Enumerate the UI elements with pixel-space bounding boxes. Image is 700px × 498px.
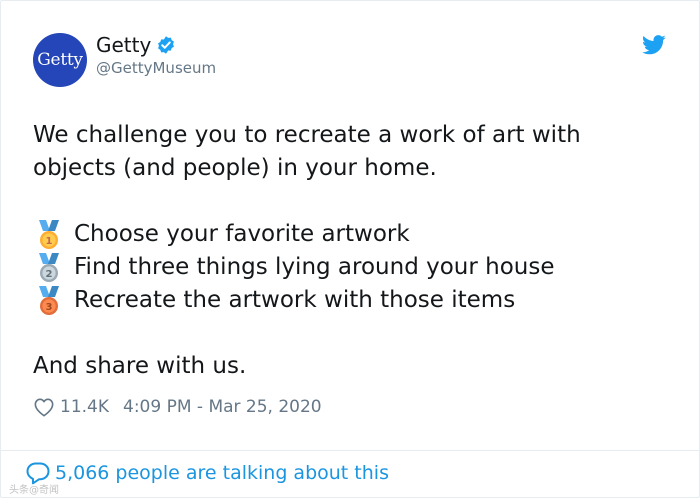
list-item: 2 Find three things lying around your ho… bbox=[33, 251, 673, 284]
tweet-text-line: objects (and people) in your home. bbox=[33, 155, 437, 181]
conversation-count-text: 5,066 people are talking about this bbox=[55, 462, 389, 484]
avatar-text: Getty bbox=[37, 50, 83, 70]
svg-text:2: 2 bbox=[46, 269, 53, 280]
divider bbox=[1, 450, 699, 451]
verified-badge-icon bbox=[158, 36, 175, 54]
conversation-link[interactable]: 5,066 people are talking about this bbox=[25, 461, 389, 485]
avatar[interactable]: Getty bbox=[33, 33, 87, 87]
step-text: Recreate the artwork with those items bbox=[74, 287, 516, 313]
watermark: 头条@奇闻 bbox=[9, 485, 59, 496]
tweet-timestamp[interactable]: 4:09 PM - Mar 25, 2020 bbox=[123, 397, 322, 417]
author-display-name[interactable]: Getty bbox=[96, 33, 151, 57]
like-count[interactable]: 11.4K bbox=[60, 397, 109, 417]
list-item: 3 Recreate the artwork with those items bbox=[33, 284, 673, 317]
tweet-meta: 11.4K 4:09 PM - Mar 25, 2020 bbox=[33, 397, 322, 417]
tweet-closing-line: And share with us. bbox=[33, 353, 247, 379]
svg-text:3: 3 bbox=[46, 302, 53, 313]
bronze-medal-icon: 3 bbox=[39, 285, 59, 315]
author-handle[interactable]: @GettyMuseum bbox=[96, 59, 216, 77]
silver-medal-icon: 2 bbox=[39, 252, 59, 282]
svg-text:1: 1 bbox=[46, 236, 53, 247]
tweet-body: We challenge you to recreate a work of a… bbox=[33, 119, 673, 383]
list-item: 1 Choose your favorite artwork bbox=[33, 218, 673, 251]
step-text: Find three things lying around your hous… bbox=[74, 254, 555, 280]
heart-icon[interactable] bbox=[33, 397, 55, 417]
twitter-bird-icon[interactable] bbox=[642, 35, 666, 55]
author-name-row: Getty bbox=[96, 33, 176, 57]
step-text: Choose your favorite artwork bbox=[74, 221, 410, 247]
tweet-text-line: We challenge you to recreate a work of a… bbox=[33, 122, 581, 148]
tweet-card: Getty Getty @GettyMuseum We challenge yo… bbox=[0, 0, 700, 498]
gold-medal-icon: 1 bbox=[39, 219, 59, 249]
